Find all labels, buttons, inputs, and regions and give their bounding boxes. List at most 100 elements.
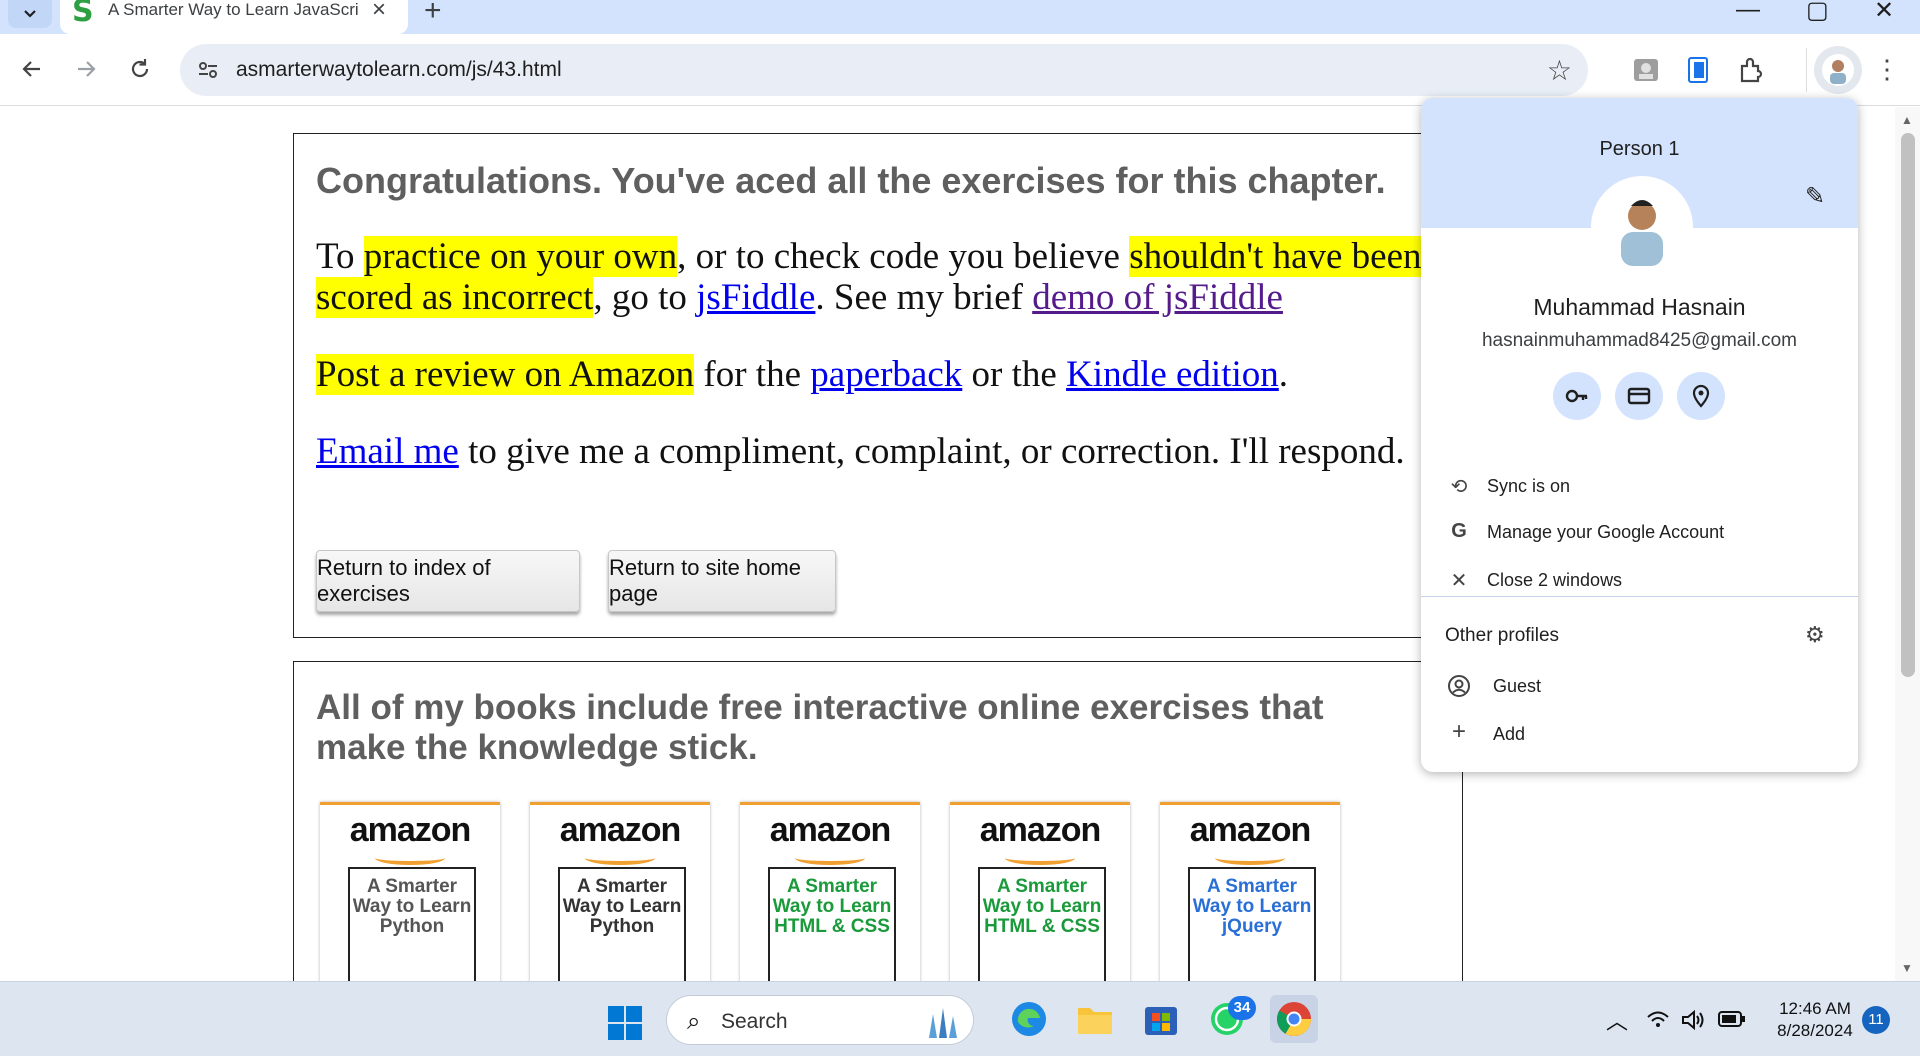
edge-icon bbox=[1012, 1002, 1046, 1036]
bookmark-star-icon[interactable]: ☆ bbox=[1547, 54, 1572, 87]
extension-puzzle-photo-icon[interactable] bbox=[1630, 54, 1662, 86]
amazon-logo: amazon bbox=[769, 811, 892, 849]
file-explorer-app-icon[interactable] bbox=[1074, 998, 1116, 1040]
book-cover-title: A Smarter Way to Learn Python bbox=[558, 867, 686, 981]
amazon-smile-icon bbox=[1005, 851, 1075, 865]
reload-icon bbox=[131, 59, 149, 78]
congrats-heading: Congratulations. You've aced all the exe… bbox=[316, 160, 1386, 201]
amazon-smile-icon bbox=[585, 851, 655, 865]
practice-paragraph: To practice on your own, or to check cod… bbox=[316, 236, 1456, 318]
folder-icon bbox=[1078, 1008, 1112, 1034]
book-cover-title: A Smarter Way to Learn Python bbox=[348, 867, 476, 981]
guest-icon bbox=[1448, 675, 1470, 697]
review-paragraph: Post a review on Amazon for the paperbac… bbox=[316, 354, 1456, 395]
amazon-logo: amazon bbox=[1189, 811, 1312, 849]
sync-label: Sync is on bbox=[1487, 476, 1571, 496]
edit-pencil-icon[interactable]: ✎ bbox=[1805, 182, 1825, 211]
book-card[interactable]: amazon A Smarter Way to Learn HTML & CSS bbox=[950, 802, 1130, 981]
text: , go to bbox=[593, 277, 697, 318]
profile-avatar-button[interactable] bbox=[1814, 46, 1862, 94]
url-text[interactable]: asmarterwaytolearn.com/js/43.html bbox=[236, 58, 562, 82]
addresses-button[interactable] bbox=[1677, 372, 1725, 420]
books-heading: All of my books include free interactive… bbox=[316, 688, 1324, 767]
wifi-icon[interactable] bbox=[1646, 1010, 1670, 1030]
text: , or to check code you believe bbox=[677, 236, 1130, 277]
minimize-button[interactable]: — bbox=[1736, 0, 1760, 24]
clipboard-extension-icon[interactable] bbox=[1682, 54, 1714, 86]
forward-button[interactable] bbox=[68, 51, 104, 87]
book-cover-title: A Smarter Way to Learn HTML & CSS bbox=[768, 867, 896, 981]
jsfiddle-link[interactable]: jsFiddle bbox=[696, 277, 815, 318]
kindle-edition-link[interactable]: Kindle edition bbox=[1066, 354, 1279, 395]
scroll-down-icon[interactable]: ▼ bbox=[1901, 961, 1913, 975]
scroll-up-icon[interactable]: ▲ bbox=[1901, 113, 1913, 127]
person-photo-icon bbox=[1621, 200, 1663, 266]
books-box: All of my books include free interactive… bbox=[293, 661, 1463, 981]
browser-toolbar: asmarterwaytolearn.com/js/43.html ☆ ⋮ bbox=[0, 34, 1920, 106]
passwords-button[interactable] bbox=[1553, 372, 1601, 420]
edge-app-icon[interactable] bbox=[1008, 998, 1050, 1040]
amazon-logo: amazon bbox=[349, 811, 472, 849]
highlight-text: practice on your own bbox=[363, 236, 678, 277]
extensions-puzzle-icon[interactable] bbox=[1736, 54, 1768, 86]
return-home-button[interactable]: Return to site home page bbox=[608, 550, 836, 612]
address-bar[interactable]: asmarterwaytolearn.com/js/43.html ☆ bbox=[180, 44, 1588, 96]
manage-account-label: Manage your Google Account bbox=[1487, 522, 1725, 542]
jsfiddle-demo-link[interactable]: demo of jsFiddle bbox=[1032, 277, 1283, 318]
email-paragraph: Email me to give me a compliment, compla… bbox=[316, 431, 1416, 472]
tray-chevron-up-icon[interactable]: ︿ bbox=[1606, 1004, 1628, 1036]
clock-time: 12:46 AM bbox=[1779, 999, 1851, 1018]
guest-label: Guest bbox=[1493, 676, 1542, 696]
book-card[interactable]: amazon A Smarter Way to Learn Python bbox=[530, 802, 710, 981]
amazon-smile-icon bbox=[375, 851, 445, 865]
battery-icon[interactable] bbox=[1718, 1010, 1746, 1028]
windows-start-icon[interactable] bbox=[608, 1006, 642, 1040]
notification-badge[interactable]: 11 bbox=[1862, 1006, 1890, 1034]
add-label: Add bbox=[1493, 724, 1526, 744]
guest-row[interactable]: Guest bbox=[1421, 666, 1858, 706]
clock[interactable]: 12:46 AM 8/28/2024 bbox=[1760, 998, 1870, 1042]
profile-email: hasnainmuhammad8425@gmail.com bbox=[1481, 330, 1797, 351]
manage-account-row[interactable]: G Manage your Google Account bbox=[1421, 512, 1858, 552]
email-me-link[interactable]: Email me bbox=[316, 431, 459, 472]
paperback-link[interactable]: paperback bbox=[810, 354, 962, 395]
payment-methods-button[interactable] bbox=[1615, 372, 1663, 420]
book-card[interactable]: amazon A Smarter Way to Learn HTML & CSS bbox=[740, 802, 920, 981]
chrome-app-icon[interactable] bbox=[1270, 995, 1318, 1043]
tab-search-button[interactable] bbox=[8, 0, 52, 28]
windows-taskbar: ⌕ Search 34 ︿ 12:46 AM 8/28/2024 11 bbox=[0, 981, 1920, 1056]
amazon-logo: amazon bbox=[559, 811, 682, 849]
reload-button[interactable] bbox=[122, 51, 158, 87]
menu-kebab-icon[interactable]: ⋮ bbox=[1874, 54, 1900, 85]
book-card[interactable]: amazon A Smarter Way to Learn Python bbox=[320, 802, 500, 981]
tab-title: A Smarter Way to Learn JavaScript bbox=[108, 0, 358, 19]
whatsapp-badge: 34 bbox=[1228, 996, 1256, 1020]
close-window-button[interactable]: ✕ bbox=[1874, 0, 1894, 25]
sync-icon: ⟲ bbox=[1450, 476, 1468, 498]
gear-icon[interactable]: ⚙ bbox=[1805, 622, 1825, 648]
back-button[interactable] bbox=[14, 51, 50, 87]
page-scrollbar[interactable]: ▲ ▼ bbox=[1895, 107, 1920, 981]
avatar-icon bbox=[1822, 54, 1854, 86]
profile-menu: Person 1 ✎ Muhammad Hasnain hasnainmuham… bbox=[1421, 98, 1858, 772]
text: To bbox=[316, 236, 364, 277]
return-to-index-button[interactable]: Return to index of exercises bbox=[316, 550, 580, 612]
book-card[interactable]: amazon A Smarter Way to Learn jQuery bbox=[1160, 802, 1340, 981]
volume-icon[interactable] bbox=[1680, 1008, 1706, 1032]
tab-close-icon[interactable]: × bbox=[372, 0, 386, 24]
congrats-box: Congratulations. You've aced all the exe… bbox=[293, 133, 1463, 638]
toolbar-divider bbox=[1806, 48, 1807, 92]
new-tab-button[interactable]: + bbox=[424, 0, 442, 28]
scroll-thumb[interactable] bbox=[1901, 133, 1915, 677]
close-windows-row[interactable]: ✕ Close 2 windows bbox=[1421, 560, 1858, 600]
add-profile-row[interactable]: + Add bbox=[1421, 714, 1858, 754]
store-app-icon[interactable] bbox=[1140, 998, 1182, 1040]
site-info-icon[interactable] bbox=[196, 58, 220, 82]
taskbar-search[interactable]: ⌕ Search bbox=[666, 995, 974, 1045]
amazon-smile-icon bbox=[1215, 851, 1285, 865]
sync-row[interactable]: ⟲ Sync is on bbox=[1421, 466, 1858, 506]
add-icon: + bbox=[1451, 718, 1466, 745]
restore-button[interactable]: ▢ bbox=[1806, 0, 1829, 25]
browser-tab-active[interactable]: S A Smarter Way to Learn JavaScript × bbox=[60, 0, 408, 34]
divider bbox=[1421, 596, 1858, 597]
